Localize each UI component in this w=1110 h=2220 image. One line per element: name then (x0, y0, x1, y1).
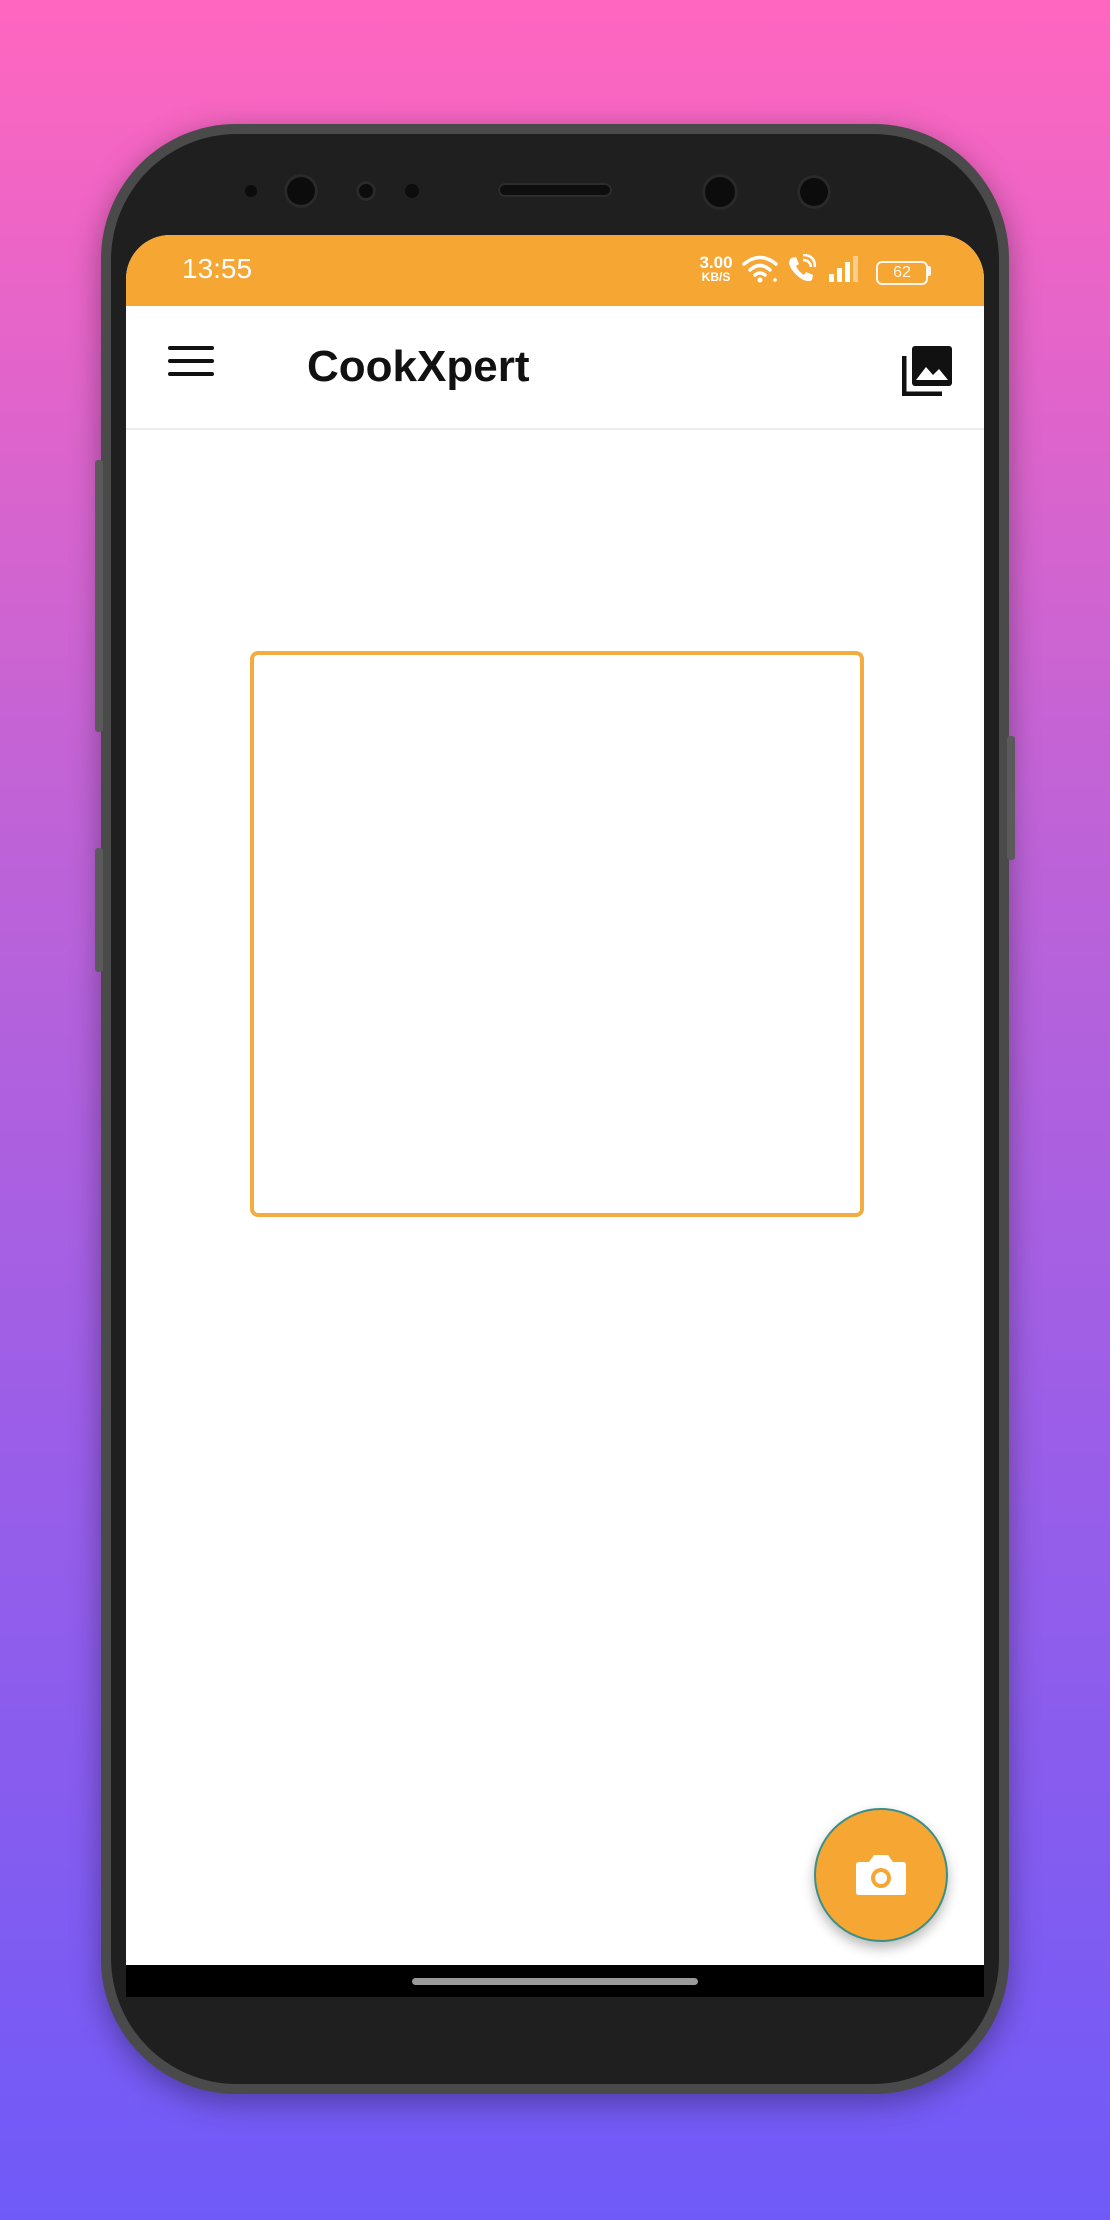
front-camera (702, 174, 738, 210)
status-time: 13:55 (182, 253, 253, 284)
app-bar: CookXpert (126, 306, 984, 430)
network-speed-unit: KB/S (701, 270, 731, 284)
sensor-dot (797, 175, 831, 209)
app-title: CookXpert (307, 342, 530, 391)
phone-side-button (95, 848, 103, 972)
sensor-dot (356, 181, 376, 201)
camera-icon (856, 1855, 906, 1895)
menu-icon[interactable] (168, 346, 216, 382)
phone-side-button (95, 460, 103, 732)
battery-level: 62 (893, 264, 911, 281)
battery-tip (927, 266, 931, 276)
phone-power-button (1007, 736, 1015, 860)
camera-button[interactable] (814, 1808, 948, 1942)
status-bar: 13:55 3.00 KB/S 62 (126, 235, 984, 306)
sensor-dot (245, 185, 257, 197)
front-camera (284, 174, 318, 208)
wifi-icon (742, 255, 778, 283)
home-indicator[interactable] (412, 1978, 698, 1985)
sensor-dot (405, 184, 419, 198)
wifi-call-icon (789, 254, 816, 282)
phone-screen: 13:55 3.00 KB/S 62 CookXpert (126, 235, 984, 1997)
network-speed: 3.00 KB/S (694, 254, 738, 285)
signal-icon (829, 256, 858, 282)
image-preview-frame (250, 651, 864, 1217)
battery-icon: 62 (876, 261, 928, 285)
earpiece-speaker (498, 183, 612, 197)
gallery-icon[interactable] (902, 344, 954, 396)
